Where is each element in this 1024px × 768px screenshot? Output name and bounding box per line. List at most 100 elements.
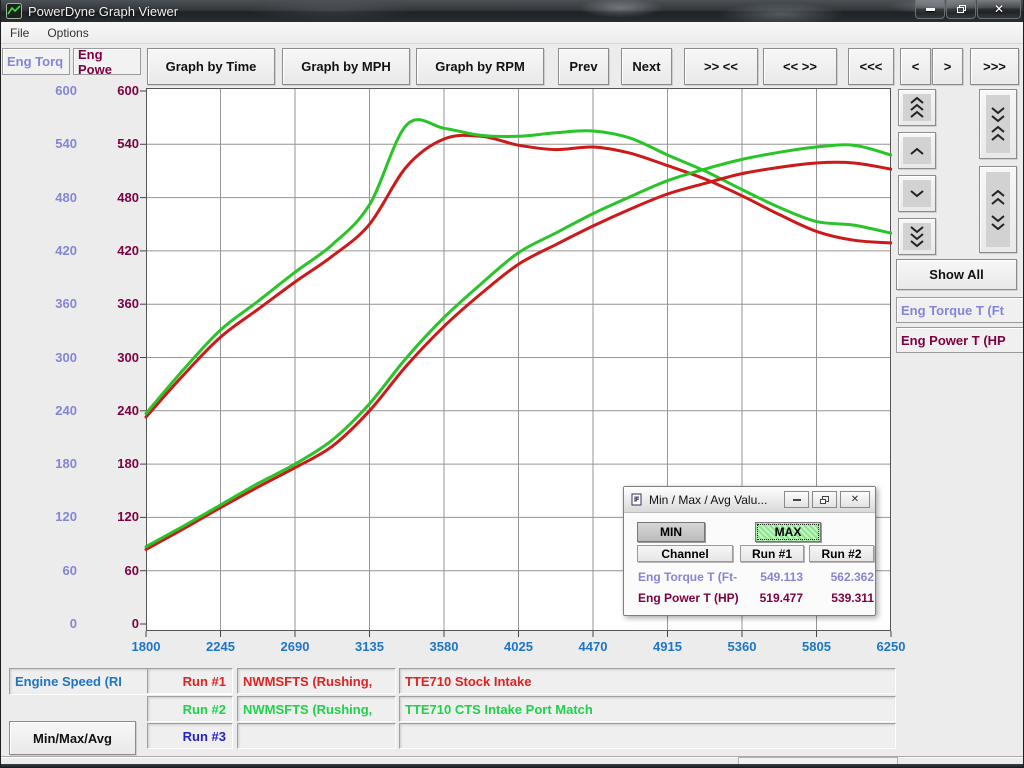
run1-desc-label: TTE710 Stock Intake xyxy=(405,674,531,689)
chevron-up-icon xyxy=(903,137,931,164)
scale-up-button[interactable] xyxy=(898,132,936,169)
minmax-close-button[interactable]: ✕ xyxy=(840,491,870,508)
y-tick-power-360: 360 xyxy=(91,296,139,311)
minmax-minimize-button[interactable] xyxy=(784,491,809,508)
zoom-in-x-button[interactable]: >> << xyxy=(684,48,758,85)
x-channel-label: Engine Speed (RI xyxy=(15,674,122,689)
minmax-row1-run1-value: 549.113 xyxy=(739,570,803,584)
minmax-row2-run2-value: 539.311 xyxy=(810,591,874,605)
minmax-col-channel[interactable]: Channel xyxy=(637,545,733,562)
scroll-left-button[interactable]: < xyxy=(900,48,931,85)
scroll-left-fast-button[interactable]: <<< xyxy=(848,48,894,85)
legend-eng-power[interactable]: Eng Power T (HP xyxy=(896,327,1024,353)
graph-by-time-button[interactable]: Graph by Time xyxy=(147,48,275,85)
run1-file-label: NWMSFTS (Rushing, xyxy=(243,674,372,689)
close-button[interactable]: ✕ xyxy=(977,0,1021,19)
restore-icon xyxy=(820,496,829,504)
minimize-icon xyxy=(926,8,935,11)
scale-down-fast-button[interactable] xyxy=(898,218,936,255)
minmax-window-icon xyxy=(631,493,644,506)
run2-file-label: NWMSFTS (Rushing, xyxy=(243,702,372,717)
minmax-caption-buttons: ✕ xyxy=(784,491,870,508)
expand-scale-button[interactable] xyxy=(979,166,1017,253)
minmax-restore-button[interactable] xyxy=(812,491,837,508)
y-tick-torque-420: 420 xyxy=(29,243,77,258)
minmax-title-bar[interactable]: Min / Max / Avg Valu... ✕ xyxy=(624,487,875,513)
scroll-right-button[interactable]: > xyxy=(932,48,963,85)
scale-down-button[interactable] xyxy=(898,175,936,212)
y-tick-torque-240: 240 xyxy=(29,403,77,418)
x-tick-5360: 5360 xyxy=(710,639,774,654)
x-tick-4470: 4470 xyxy=(561,639,625,654)
compress-scale-button[interactable] xyxy=(979,89,1017,159)
y-tick-torque-540: 540 xyxy=(29,136,77,151)
run2-desc-label: TTE710 CTS Intake Port Match xyxy=(405,702,593,717)
close-icon: ✕ xyxy=(994,2,1004,16)
window-bottom-border xyxy=(1,764,1024,768)
minmax-window: Min / Max / Avg Valu... ✕ MIN MAX Channe… xyxy=(623,486,876,616)
next-button[interactable]: Next xyxy=(621,48,672,85)
run1-file-box: NWMSFTS (Rushing, xyxy=(237,668,396,694)
x-tick-1800: 1800 xyxy=(114,639,178,654)
restore-button[interactable] xyxy=(946,0,976,19)
title-bar[interactable]: PowerDyne Graph Viewer ✕ xyxy=(1,0,1024,22)
menu-options[interactable]: Options xyxy=(38,24,97,42)
y-tick-torque-180: 180 xyxy=(29,456,77,471)
channel-button-eng-power[interactable]: Eng Powe xyxy=(73,48,141,75)
minimize-button[interactable] xyxy=(915,0,945,19)
run3-label: Run #3 xyxy=(183,729,226,744)
y-tick-power-240: 240 xyxy=(91,403,139,418)
legend-eng-torque-label: Eng Torque T (Ft xyxy=(901,303,1004,318)
triple-chevron-up-icon xyxy=(903,94,931,121)
y-tick-torque-300: 300 xyxy=(29,350,77,365)
show-all-button[interactable]: Show All xyxy=(896,259,1017,290)
collapse-vertical-icon xyxy=(986,95,1010,153)
scale-up-fast-button[interactable] xyxy=(898,89,936,126)
y-tick-power-180: 180 xyxy=(91,456,139,471)
y-tick-torque-360: 360 xyxy=(29,296,77,311)
y-tick-torque-600: 600 xyxy=(29,83,77,98)
min-toggle-button[interactable]: MIN xyxy=(637,522,705,542)
y-tick-power-300: 300 xyxy=(91,350,139,365)
restore-icon xyxy=(957,5,966,13)
y-tick-power-480: 480 xyxy=(91,190,139,205)
close-icon: ✕ xyxy=(851,494,859,505)
legend-eng-power-label: Eng Power T (HP xyxy=(901,333,1006,348)
minmax-col-run1[interactable]: Run #1 xyxy=(740,545,804,562)
y-tick-torque-480: 480 xyxy=(29,190,77,205)
y-tick-torque-0: 0 xyxy=(29,616,77,631)
x-tick-3135: 3135 xyxy=(338,639,402,654)
minimize-icon xyxy=(793,499,801,501)
run1-desc-box: TTE710 Stock Intake xyxy=(399,668,896,694)
x-tick-2690: 2690 xyxy=(263,639,327,654)
scroll-right-fast-button[interactable]: >>> xyxy=(970,48,1019,85)
x-tick-4915: 4915 xyxy=(636,639,700,654)
minmax-row2-channel: Eng Power T (HP) xyxy=(638,591,739,605)
prev-button[interactable]: Prev xyxy=(558,48,609,85)
run3-label-box: Run #3 xyxy=(147,723,233,749)
x-tick-6250: 6250 xyxy=(859,639,923,654)
minmax-row1-run2-value: 562.362 xyxy=(810,570,874,584)
graph-by-mph-button[interactable]: Graph by MPH xyxy=(282,48,410,85)
menu-file[interactable]: File xyxy=(1,24,38,42)
run3-desc-box xyxy=(399,723,896,749)
minmaxavg-button[interactable]: Min/Max/Avg xyxy=(9,721,136,755)
x-tick-3580: 3580 xyxy=(412,639,476,654)
run3-file-box xyxy=(237,723,396,749)
y-tick-power-60: 60 xyxy=(91,563,139,578)
menu-bar: File Options xyxy=(1,22,1024,44)
zoom-out-x-button[interactable]: << >> xyxy=(763,48,837,85)
triple-chevron-down-icon xyxy=(903,223,931,250)
x-tick-5805: 5805 xyxy=(785,639,849,654)
minmax-window-title: Min / Max / Avg Valu... xyxy=(649,493,767,507)
run1-label: Run #1 xyxy=(183,674,226,689)
caption-buttons: ✕ xyxy=(915,0,1021,19)
minmax-row1-channel: Eng Torque T (Ft- xyxy=(638,570,737,584)
max-toggle-button[interactable]: MAX xyxy=(755,522,821,542)
graph-by-rpm-button[interactable]: Graph by RPM xyxy=(416,48,544,85)
channel-button-eng-torque[interactable]: Eng Torq xyxy=(2,48,70,75)
run2-label-box: Run #2 xyxy=(147,696,233,722)
chevron-down-icon xyxy=(903,180,931,207)
legend-eng-torque[interactable]: Eng Torque T (Ft xyxy=(896,297,1024,323)
minmax-col-run2[interactable]: Run #2 xyxy=(809,545,874,562)
